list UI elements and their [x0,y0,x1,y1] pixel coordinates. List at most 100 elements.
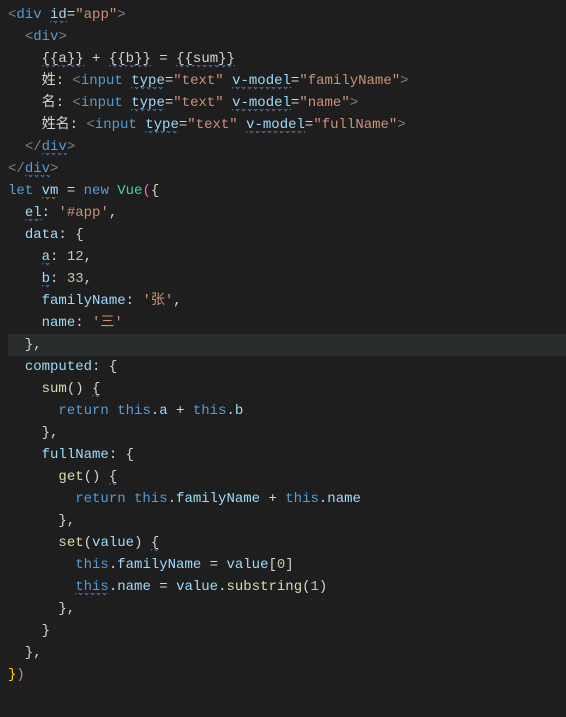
code-token: {{ [109,51,126,68]
code-token: }, [8,337,42,353]
code-token: . [151,403,159,419]
code-token: + [84,51,109,67]
code-token: : [50,249,67,265]
code-token [238,117,246,133]
code-token: , [109,205,117,221]
code-line[interactable]: }, [8,510,566,532]
code-line[interactable]: }) [8,664,566,686]
code-token: this [193,403,227,419]
code-line[interactable]: el: '#app', [8,202,566,224]
code-token: { [92,381,100,398]
code-token [8,227,25,243]
code-token: > [350,95,358,111]
code-line[interactable]: }, [8,598,566,620]
code-line[interactable]: }, [8,642,566,664]
code-line[interactable]: b: 33, [8,268,566,290]
code-token: this [117,403,151,419]
code-token: '三' [92,315,123,331]
code-token: ) [319,579,327,595]
code-line[interactable]: return this.a + this.b [8,400,566,422]
code-line[interactable]: 姓: <input type="text" v-model="familyNam… [8,70,566,92]
code-token: type [131,95,165,112]
code-line[interactable]: fullName: { [8,444,566,466]
code-token: = [165,95,173,111]
code-token: }, [8,513,75,529]
code-line[interactable]: familyName: '张', [8,290,566,312]
code-line[interactable]: <div> [8,26,566,48]
code-token: "familyName" [299,73,400,89]
code-token: 1 [311,579,319,595]
code-token: name [327,491,361,507]
code-token: value [226,557,268,573]
code-token [8,249,42,265]
code-token: '#app' [58,205,108,221]
code-token: value [92,535,134,551]
code-token: Vue [117,183,142,199]
code-line[interactable]: </div> [8,136,566,158]
code-token: : { [92,359,117,375]
code-token [8,557,75,573]
code-token: this [285,491,319,507]
code-token: > [117,7,125,23]
code-token: this [75,579,109,596]
code-token: , [84,249,92,265]
code-token: this [75,557,109,573]
code-token: sum [42,381,67,397]
code-line[interactable]: 姓名: <input type="text" v-model="fullName… [8,114,566,136]
code-token: ) [16,667,24,683]
code-token: . [109,557,117,573]
code-line[interactable]: }, [8,422,566,444]
code-token: < [72,73,80,89]
code-line[interactable]: computed: { [8,356,566,378]
code-token: < [25,29,33,45]
code-editor[interactable]: <div id="app"> <div> {{a}} + {{b}} = {{s… [0,0,566,686]
code-line[interactable]: data: { [8,224,566,246]
code-token: > [397,117,405,133]
code-token: sum [193,51,218,68]
code-token: return [58,403,117,419]
code-line[interactable]: name: '三' [8,312,566,334]
code-line[interactable]: sum() { [8,378,566,400]
code-token: > [50,161,58,177]
code-token [8,359,25,375]
code-token [224,73,232,89]
code-line[interactable]: </div> [8,158,566,180]
code-line[interactable]: a: 12, [8,246,566,268]
code-line[interactable]: 名: <input type="text" v-model="name"> [8,92,566,114]
code-token: . [226,403,234,419]
code-line[interactable]: } [8,620,566,642]
code-line[interactable]: this.name = value.substring(1) [8,576,566,598]
code-token: > [400,73,408,89]
code-line[interactable]: {{a}} + {{b}} = {{sum}} [8,48,566,70]
code-line[interactable]: get() { [8,466,566,488]
code-token: : { [58,227,83,243]
code-token [8,293,42,309]
code-token: ( [302,579,310,595]
code-token: input [81,95,131,111]
code-line[interactable]: return this.familyName + this.name [8,488,566,510]
code-token [8,315,42,331]
code-token: { [109,469,117,486]
code-token: name [117,579,151,595]
code-line[interactable]: }, [8,334,566,356]
code-line[interactable]: <div id="app"> [8,4,566,26]
code-token: } [8,623,50,639]
code-token: v-model [232,95,291,112]
code-token: 33 [67,271,84,287]
code-token: + [260,491,285,507]
code-token: : [42,205,59,221]
code-line[interactable]: this.familyName = value[0] [8,554,566,576]
code-token: . [109,579,117,595]
code-token: = [201,557,226,573]
code-line[interactable]: set(value) { [8,532,566,554]
code-token [8,535,58,551]
code-token: b [235,403,243,419]
code-token: new [84,183,118,199]
code-token: "text" [187,117,237,133]
code-token: ( [142,183,150,199]
code-token: < [72,95,80,111]
code-token: fullName [42,447,109,463]
code-token: computed [25,359,92,375]
code-token: }} [67,51,84,68]
code-line[interactable]: let vm = new Vue({ [8,180,566,202]
